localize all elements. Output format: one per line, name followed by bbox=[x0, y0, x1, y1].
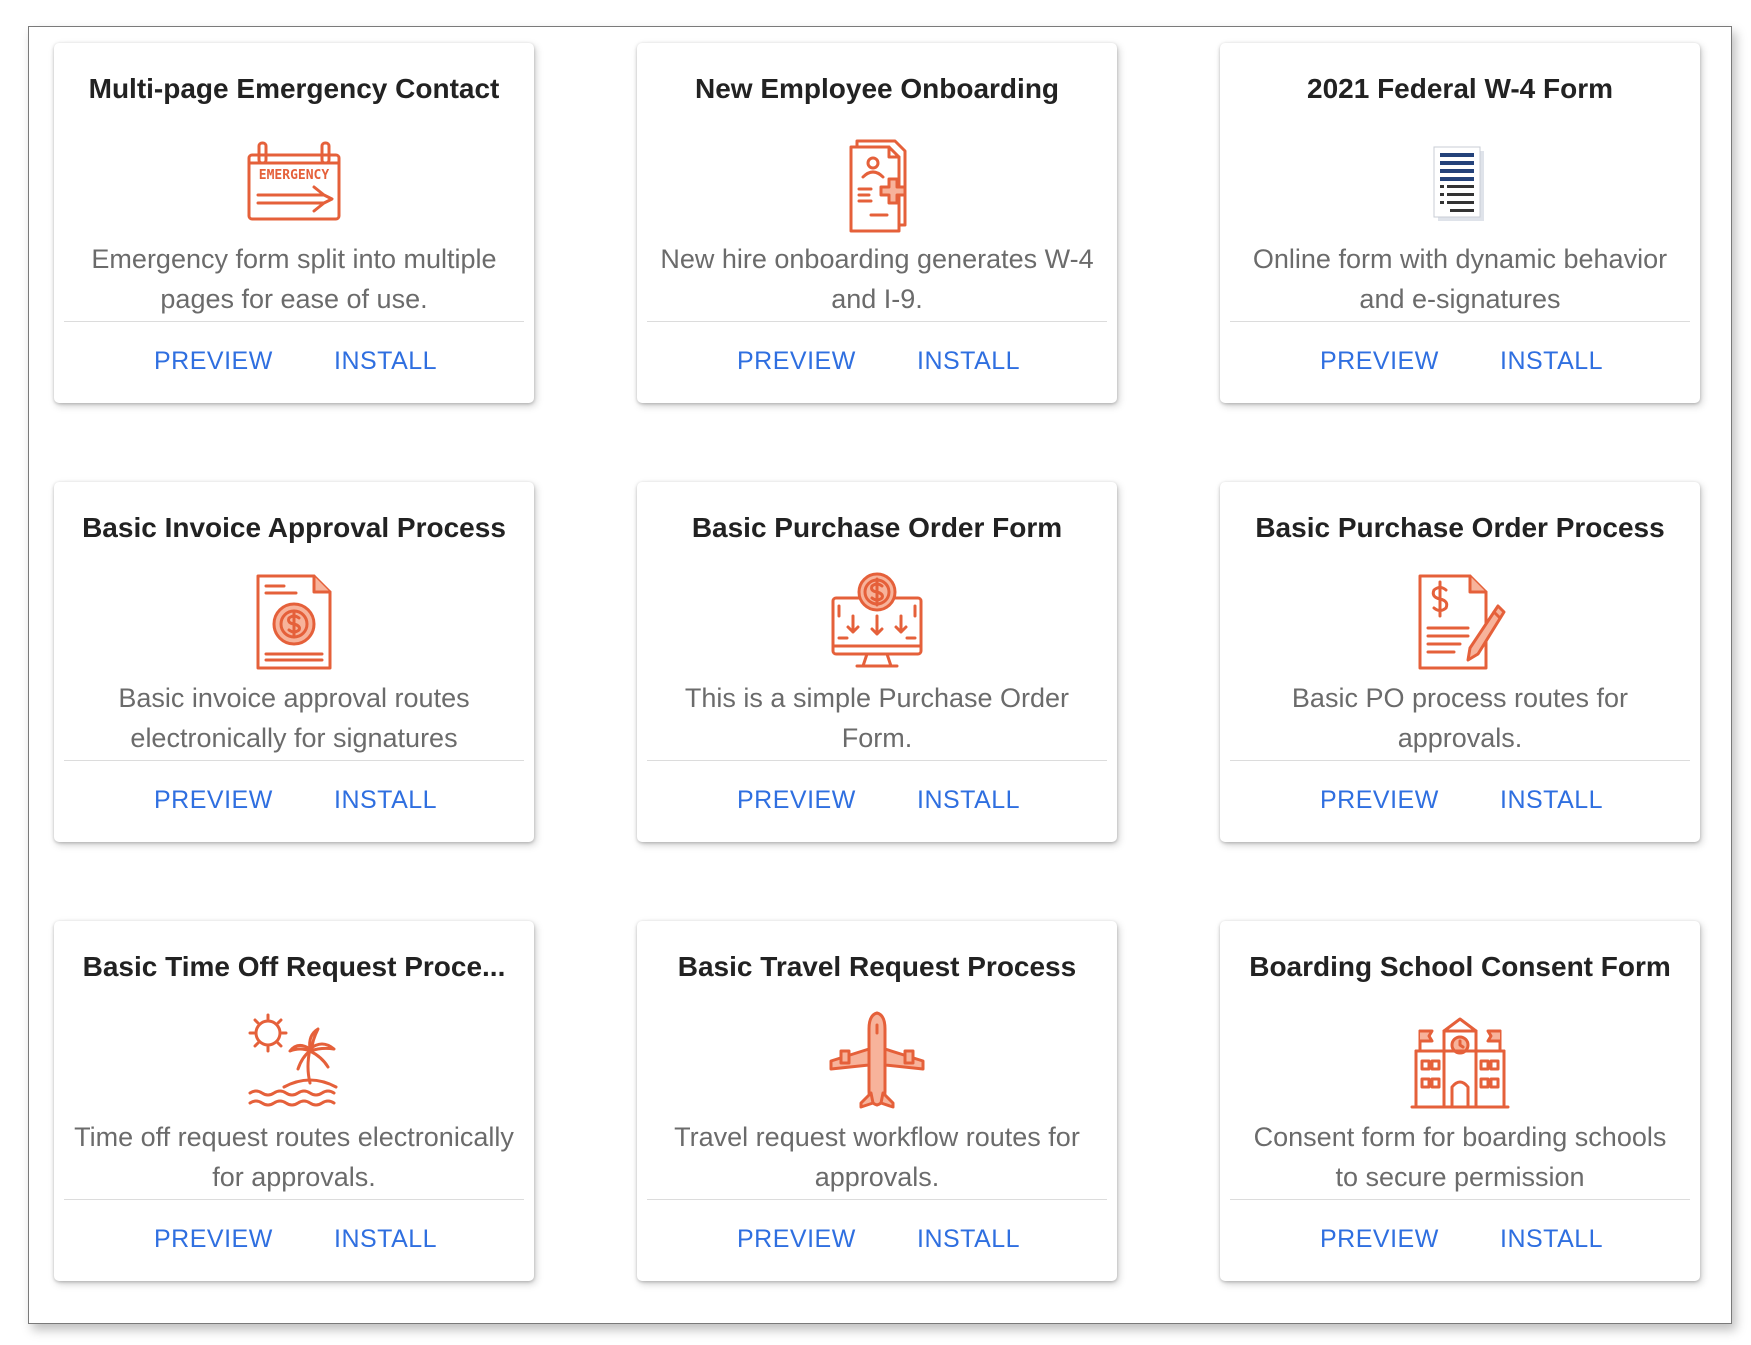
card-description: New hire onboarding generates W-4 and I-… bbox=[660, 244, 1094, 314]
card-description: This is a simple Purchase Order Form. bbox=[684, 683, 1070, 753]
card-description: Consent form for boarding schools to sec… bbox=[1253, 1122, 1667, 1192]
card-divider bbox=[1230, 760, 1690, 761]
card-divider bbox=[647, 760, 1107, 761]
school-building-icon bbox=[1410, 1011, 1510, 1111]
install-button[interactable]: INSTALL bbox=[917, 347, 1020, 376]
card-title: 2021 Federal W-4 Form bbox=[1307, 73, 1613, 104]
card-title: Basic Time Off Request Proce... bbox=[82, 951, 506, 982]
airplane-icon bbox=[827, 1011, 927, 1111]
card-divider bbox=[647, 1199, 1107, 1200]
template-card-purchase-order-form: Basic Purchase Order Form This is a simp… bbox=[637, 482, 1117, 842]
preview-button[interactable]: PREVIEW bbox=[737, 1225, 856, 1254]
card-divider bbox=[647, 321, 1107, 322]
card-title: Basic Invoice Approval Process bbox=[82, 512, 506, 543]
card-title: Basic Purchase Order Form bbox=[691, 512, 1063, 543]
emergency-sign-icon: EMERGENCY bbox=[244, 133, 344, 233]
install-button[interactable]: INSTALL bbox=[1500, 786, 1603, 815]
preview-button[interactable]: PREVIEW bbox=[154, 1225, 273, 1254]
card-title: Boarding School Consent Form bbox=[1249, 951, 1671, 982]
computer-dollar-icon bbox=[827, 572, 927, 672]
template-card-employee-onboarding: New Employee Onboarding New hire onboard… bbox=[637, 43, 1117, 403]
template-card-invoice-approval: Basic Invoice Approval Process Basic inv… bbox=[54, 482, 534, 842]
card-divider bbox=[64, 760, 524, 761]
template-card-travel-request: Basic Travel Request Process Travel requ… bbox=[637, 921, 1117, 1281]
install-button[interactable]: INSTALL bbox=[917, 786, 1020, 815]
dollar-document-pen-icon bbox=[1410, 572, 1510, 672]
card-description: Online form with dynamic behavior and e-… bbox=[1252, 244, 1668, 314]
card-description: Basic invoice approval routes electronic… bbox=[118, 683, 470, 753]
card-divider bbox=[64, 321, 524, 322]
card-divider bbox=[64, 1199, 524, 1200]
card-description: Basic PO process routes for approvals. bbox=[1291, 683, 1629, 753]
medical-document-icon bbox=[827, 133, 927, 233]
preview-button[interactable]: PREVIEW bbox=[737, 786, 856, 815]
preview-button[interactable]: PREVIEW bbox=[737, 347, 856, 376]
preview-button[interactable]: PREVIEW bbox=[154, 347, 273, 376]
install-button[interactable]: INSTALL bbox=[1500, 347, 1603, 376]
preview-button[interactable]: PREVIEW bbox=[1320, 1225, 1439, 1254]
template-card-purchase-order-process: Basic Purchase Order Process Basic PO pr… bbox=[1220, 482, 1700, 842]
template-gallery: Multi-page Emergency Contact EMERGENCY E… bbox=[28, 26, 1732, 1324]
emergency-sign-text: EMERGENCY bbox=[259, 168, 330, 183]
template-card-emergency-contact: Multi-page Emergency Contact EMERGENCY E… bbox=[54, 43, 534, 403]
beach-palm-icon bbox=[244, 1011, 344, 1111]
invoice-dollar-icon bbox=[244, 572, 344, 672]
template-card-time-off-request: Basic Time Off Request Proce... Time off… bbox=[54, 921, 534, 1281]
template-card-boarding-school-consent: Boarding School Consent Form Consent for… bbox=[1220, 921, 1700, 1281]
document-lines-icon bbox=[1410, 133, 1510, 233]
card-title: Basic Travel Request Process bbox=[677, 951, 1077, 982]
card-title: Multi-page Emergency Contact bbox=[88, 73, 500, 104]
card-title: Basic Purchase Order Process bbox=[1255, 512, 1665, 543]
card-description: Travel request workflow routes for appro… bbox=[674, 1122, 1080, 1192]
card-title: New Employee Onboarding bbox=[694, 73, 1060, 104]
install-button[interactable]: INSTALL bbox=[1500, 1225, 1603, 1254]
card-description: Time off request routes electronically f… bbox=[74, 1122, 514, 1192]
template-card-w4-form: 2021 Federal W-4 Form Online form with d… bbox=[1220, 43, 1700, 403]
install-button[interactable]: INSTALL bbox=[334, 347, 437, 376]
install-button[interactable]: INSTALL bbox=[334, 1225, 437, 1254]
preview-button[interactable]: PREVIEW bbox=[154, 786, 273, 815]
card-description: Emergency form split into multiple pages… bbox=[91, 244, 497, 314]
preview-button[interactable]: PREVIEW bbox=[1320, 786, 1439, 815]
card-divider bbox=[1230, 1199, 1690, 1200]
install-button[interactable]: INSTALL bbox=[334, 786, 437, 815]
card-divider bbox=[1230, 321, 1690, 322]
preview-button[interactable]: PREVIEW bbox=[1320, 347, 1439, 376]
install-button[interactable]: INSTALL bbox=[917, 1225, 1020, 1254]
